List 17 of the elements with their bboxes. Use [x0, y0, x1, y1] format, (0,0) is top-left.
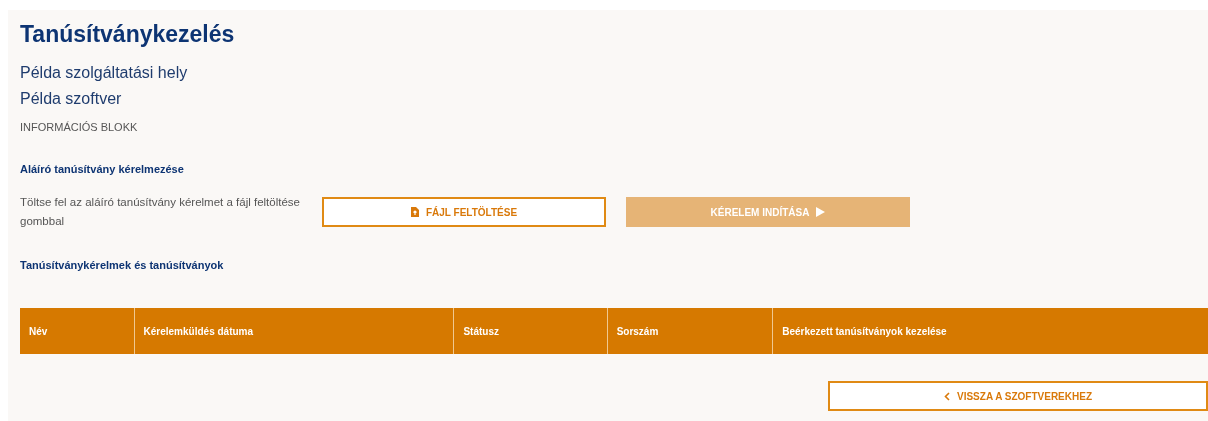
play-icon — [816, 207, 826, 217]
file-upload-icon — [410, 207, 419, 217]
section-heading: Aláíró tanúsítvány kérelmezése — [20, 163, 185, 175]
subtitle: Példa szolgáltatási hely — [20, 63, 189, 83]
column-header: Státusz — [453, 308, 608, 354]
column-header: Kérelemküldés dátuma — [134, 308, 454, 354]
column-header: Sorszám — [607, 308, 773, 354]
page-title: Tanúsítványkezelés — [20, 20, 236, 49]
info-label: INFORMÁCIÓS BLOKK — [20, 121, 139, 133]
instruction-text: Töltse fel az aláíró tanúsítvány kérelmet a fájl feltöltése gombbal — [20, 195, 301, 229]
upload-button[interactable]: FÁJL FELTÖLTÉSE — [322, 197, 606, 227]
chevron-left-icon — [944, 391, 950, 401]
column-header: Név — [20, 308, 135, 354]
column-header: Beérkezett tanúsítványok kezelése — [772, 308, 1208, 354]
section-heading: Tanúsítványkérelmek és tanúsítványok — [20, 259, 225, 271]
back-button[interactable]: VISSZA A SZOFTVEREKHEZ — [828, 381, 1208, 411]
subtitle: Példa szoftver — [20, 89, 123, 109]
